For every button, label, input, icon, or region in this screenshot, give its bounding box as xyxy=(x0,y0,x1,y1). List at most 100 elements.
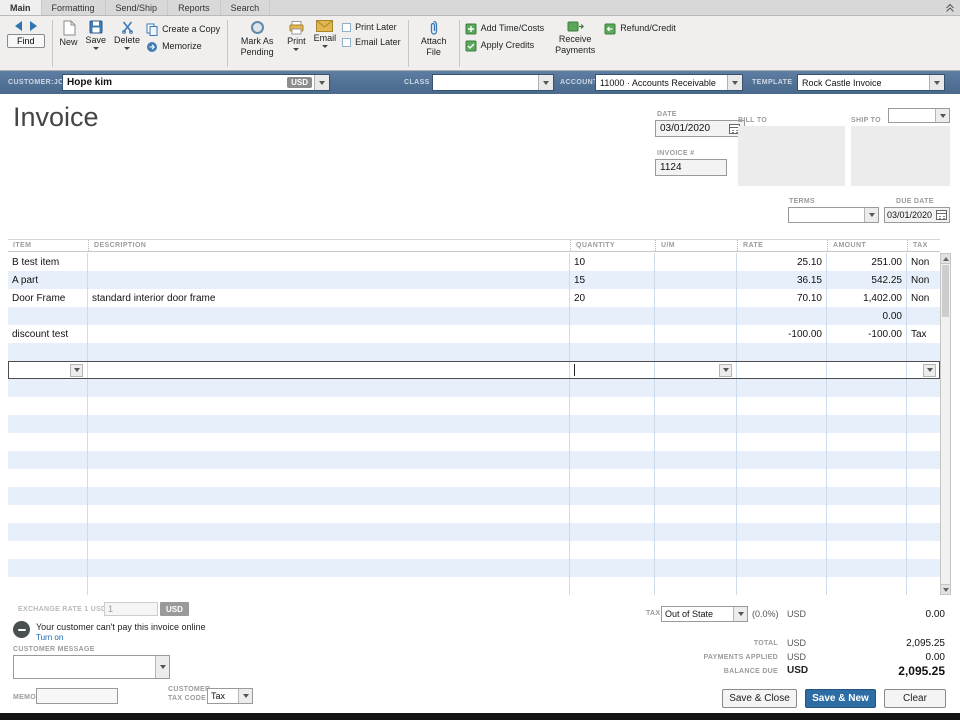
invoice-table-row[interactable]: B test item 10 25.10 251.00 Non xyxy=(8,253,940,271)
cell-um[interactable] xyxy=(655,469,737,487)
invoice-table-row[interactable] xyxy=(8,451,940,469)
cell-um[interactable] xyxy=(655,343,737,361)
cell-rate[interactable] xyxy=(737,523,827,541)
cell-amount[interactable] xyxy=(827,487,907,505)
date-field[interactable]: 03/01/2020 xyxy=(655,120,745,137)
dropdown-arrow-icon[interactable] xyxy=(923,363,936,377)
cell-description[interactable] xyxy=(88,451,570,469)
cell-description[interactable] xyxy=(88,271,570,289)
email-button[interactable]: Email xyxy=(310,19,341,49)
cell-um[interactable] xyxy=(655,505,737,523)
cell-quantity[interactable] xyxy=(570,415,655,433)
cell-item[interactable] xyxy=(8,307,88,325)
cell-amount[interactable] xyxy=(827,415,907,433)
cell-um[interactable] xyxy=(655,307,737,325)
invoice-table-row[interactable] xyxy=(8,487,940,505)
cell-um[interactable] xyxy=(655,577,737,595)
cell-quantity[interactable] xyxy=(570,397,655,415)
cell-tax[interactable]: Non xyxy=(907,289,940,307)
dropdown-arrow-icon[interactable] xyxy=(733,607,747,621)
dropdown-arrow-icon[interactable] xyxy=(155,656,169,678)
cell-tax[interactable] xyxy=(907,487,940,505)
dropdown-arrow-icon[interactable] xyxy=(864,208,878,222)
cell-tax[interactable] xyxy=(907,469,940,487)
cell-tax[interactable]: Non xyxy=(907,271,940,289)
cell-rate[interactable]: 25.10 xyxy=(737,253,827,271)
cell-description[interactable] xyxy=(88,415,570,433)
cell-tax[interactable] xyxy=(907,343,940,361)
invoice-table-row[interactable]: Door Frame standard interior door frame 20… xyxy=(8,289,940,307)
cell-rate[interactable] xyxy=(737,505,827,523)
cell-quantity[interactable] xyxy=(570,433,655,451)
customer-job-combo[interactable]: Hope kim USD xyxy=(62,74,330,91)
invoice-table-row[interactable] xyxy=(8,523,940,541)
invoice-table-row[interactable]: 0.00 xyxy=(8,307,940,325)
calendar-icon[interactable] xyxy=(936,210,947,220)
checkbox-icon[interactable] xyxy=(342,23,352,33)
cell-amount[interactable]: -100.00 xyxy=(827,325,907,343)
cell-um[interactable] xyxy=(655,253,737,271)
cell-quantity[interactable] xyxy=(570,469,655,487)
cell-description[interactable] xyxy=(88,253,570,271)
cell-tax[interactable] xyxy=(907,397,940,415)
back-arrow-icon[interactable] xyxy=(14,21,22,31)
cell-description[interactable] xyxy=(88,307,570,325)
cell-item[interactable] xyxy=(8,343,88,361)
cell-amount[interactable] xyxy=(827,523,907,541)
cell-rate[interactable] xyxy=(737,541,827,559)
cell-description[interactable] xyxy=(88,325,570,343)
class-combo[interactable] xyxy=(432,74,554,91)
cell-tax[interactable] xyxy=(907,379,940,397)
dropdown-arrow-icon[interactable] xyxy=(929,75,944,90)
checkbox-icon[interactable] xyxy=(342,38,352,48)
cell-quantity[interactable] xyxy=(570,362,655,378)
cell-item[interactable] xyxy=(8,487,88,505)
cell-item[interactable]: discount test xyxy=(8,325,88,343)
cell-description[interactable] xyxy=(88,362,570,378)
invoice-table-row[interactable]: A part 15 36.15 542.25 Non xyxy=(8,271,940,289)
cell-quantity[interactable] xyxy=(570,487,655,505)
exchange-rate-input[interactable]: 1 xyxy=(104,602,158,616)
dropdown-arrow-icon[interactable] xyxy=(314,75,329,90)
cell-item[interactable] xyxy=(8,523,88,541)
invoice-table-row[interactable] xyxy=(8,415,940,433)
add-time-costs-button[interactable]: Add Time/Costs xyxy=(465,23,544,35)
cell-tax[interactable]: Non xyxy=(907,253,940,271)
dropdown-arrow-icon[interactable] xyxy=(70,363,83,377)
cell-rate[interactable] xyxy=(737,577,827,595)
cell-description[interactable] xyxy=(88,487,570,505)
save-button[interactable]: Save xyxy=(82,19,111,51)
save-close-button[interactable]: Save & Close xyxy=(722,689,797,708)
cell-rate[interactable] xyxy=(737,362,827,378)
invoice-table-row[interactable] xyxy=(8,343,940,361)
customer-message-combo[interactable] xyxy=(13,655,170,679)
cell-item[interactable] xyxy=(8,505,88,523)
tab-main[interactable]: Main xyxy=(0,0,42,15)
cell-rate[interactable] xyxy=(737,397,827,415)
tab-search[interactable]: Search xyxy=(221,0,271,15)
cell-description[interactable] xyxy=(88,379,570,397)
cell-rate[interactable] xyxy=(737,487,827,505)
cell-description[interactable] xyxy=(88,523,570,541)
create-a-copy-button[interactable]: Create a Copy xyxy=(146,23,220,36)
cell-tax[interactable] xyxy=(907,559,940,577)
cell-quantity[interactable] xyxy=(570,559,655,577)
dropdown-arrow-icon[interactable] xyxy=(238,689,252,703)
cell-description[interactable] xyxy=(88,559,570,577)
cell-description[interactable]: standard interior door frame xyxy=(88,289,570,307)
cell-um[interactable] xyxy=(655,433,737,451)
cell-tax[interactable] xyxy=(907,541,940,559)
cell-item[interactable] xyxy=(8,451,88,469)
cell-item[interactable]: B test item xyxy=(8,253,88,271)
cell-description[interactable] xyxy=(88,505,570,523)
cell-description[interactable] xyxy=(88,469,570,487)
ship-to-box[interactable] xyxy=(851,126,950,186)
tab-reports[interactable]: Reports xyxy=(168,0,221,15)
cell-tax[interactable]: Tax xyxy=(907,325,940,343)
tax-selector-combo[interactable]: Out of State xyxy=(661,606,748,622)
cell-rate[interactable]: 36.15 xyxy=(737,271,827,289)
cell-amount[interactable] xyxy=(827,505,907,523)
cell-amount[interactable] xyxy=(827,577,907,595)
cell-rate[interactable] xyxy=(737,559,827,577)
delete-button[interactable]: Delete xyxy=(110,19,144,51)
